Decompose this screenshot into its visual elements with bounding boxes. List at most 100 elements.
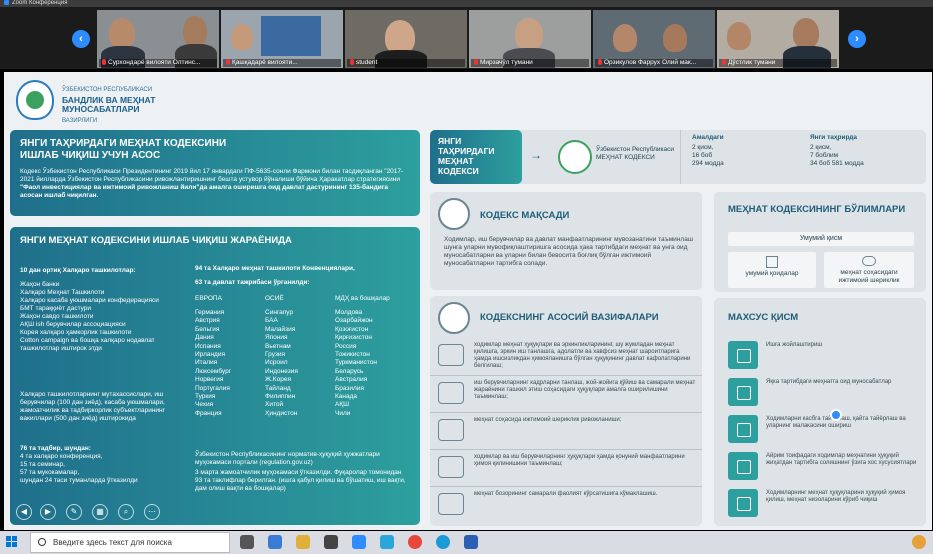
new-heading: Янги таҳрирда [810,134,858,141]
participant-tile[interactable]: Орзикулов Фаррух Олий мак... [593,10,715,68]
task-item: меҳнат соҳасида ижтимоий шериклик ривожл… [430,412,702,449]
special-item: Ишга жойлаштириш [714,338,926,375]
edge-icon[interactable] [436,535,450,549]
participant-tile[interactable]: Сурхондарё вилояти Олтинс... [97,10,219,68]
windows-taskbar: Введите здесь текст для поиска [0,531,933,554]
country-item: БАА [265,317,278,325]
task-item: ходимлар меҳнат ҳуқуқлари ва эркинликлар… [430,338,702,375]
muted-mic-icon [722,59,726,66]
countries-col-cis: Молдова Озарбайжон Қозоғистон Қирғизистон Ро… [335,309,405,418]
code-emblem-icon [558,140,592,174]
task-icon [438,344,464,366]
new-stat: 2 қисм, [810,144,832,151]
taskbar-search-input[interactable]: Введите здесь текст для поиска [30,532,230,553]
current-heading: Амалдаги [692,134,724,141]
task-icon [438,382,464,404]
special-item-icon [728,341,758,369]
chrome-icon[interactable] [408,535,422,549]
zoom-taskbar-icon[interactable] [352,535,366,549]
events-list: 76 та тадбир, шундан: 4 та халқаро конфер… [20,445,190,485]
participant-tile[interactable]: Дўстлик тумани [717,10,839,68]
participant-tile[interactable]: student [345,10,467,68]
app-icon[interactable] [324,535,338,549]
event-item: 76 та тадбир, шундан: [20,445,91,452]
next-participants-button[interactable]: › [848,30,866,48]
special-item-icon [728,452,758,480]
muted-mic-icon [474,59,478,66]
special-title: МАХСУС ҚИСМ [728,312,799,323]
task-item: меҳнат бозорининг самарали фаолият кўрса… [430,486,702,523]
event-item: шундан 24 таси туманларда ўтказилди [20,477,138,484]
slides-grid-button[interactable]: ▦ [92,504,108,520]
country-item: Австралия [335,376,368,384]
org-item: Халқаро касаба уюшмалари конфедерацияси [20,297,159,304]
orgs-block: 10 дан ортиқ Халқаро ташкилотлар: Жаҳон … [20,267,188,353]
social-partnership-label: меҳнат соҳасидаги ижтимоий шериклик [838,269,900,284]
countries-columns: Германия Австрия Бельгия Дания Испания Ирланд… [195,309,413,418]
org-item: Корея халқаро ҳамкорлик ташкилоти [20,329,132,336]
intro-title: ЯНГИ ТАҲРИРДАГИ МЕҲНАТ КОДЕКСИНИ ИШЛАБ Ч… [20,138,227,161]
countries-col-asia: Сингапур БАА Малайзия Япония Вьетнам Грузия Ис… [265,309,335,418]
handshake-icon [862,256,876,266]
intro-card: ЯНГИ ТАҲРИРДАГИ МЕҲНАТ КОДЕКСИНИ ИШЛАБ Ч… [10,130,420,216]
app-icon[interactable] [268,535,282,549]
org-item: Cotton campaign ва бошқа халқаро нодавла… [20,337,155,352]
tasks-card: КОДЕКСНИНГ АСОСИЙ ВАЗИФАЛАРИ ходимлар ме… [430,296,702,526]
experts-text: Халқаро ташкилотларнинг мутахассислари, … [20,391,166,422]
country-item: Чили [335,409,351,417]
participant-tile[interactable]: Қашқадарё вилояти... [221,10,343,68]
gears-icon [438,302,470,334]
prev-participants-button[interactable]: ‹ [72,30,90,48]
target-icon [438,198,470,230]
new-list: 2 қисм, 7 боблим 34 боб 581 модда [810,144,920,168]
task-icon [438,493,464,515]
country-item: Люксембург [195,367,232,375]
special-item-text: Ходимларнинг меҳнат ҳуқуқларини ҳуқуқий … [766,490,906,503]
file-explorer-icon[interactable] [296,535,310,549]
country-item: Россия [335,342,357,350]
portal-text: Ўзбекистон Республикасининг норматив-ҳуқ… [195,451,380,466]
special-item-icon [728,415,758,443]
telegram-icon[interactable] [380,535,394,549]
word-icon[interactable] [464,535,478,549]
new-stat: 34 боб 581 модда [810,160,864,167]
search-icon [38,538,46,546]
windows-start-icon[interactable] [6,536,18,548]
current-list: 2 қисм, 16 боб 294 модда [692,144,802,168]
participant-name: Орзикулов Фаррух Олий мак... [604,59,697,66]
zoom-icon [4,0,9,5]
countries-col-europe: Германия Австрия Бельгия Дания Испания Ирланд… [195,309,265,418]
logo-line3: ВАЗИРЛИГИ [62,118,98,124]
org-item: Жаҳон банки [20,281,60,288]
participant-tile[interactable]: Мирзачўл тумани [469,10,591,68]
slide-next-button[interactable]: ▶ [40,504,56,520]
country-item: Туркманистон [335,359,377,367]
special-item-icon [728,489,758,517]
country-item: Хитой [265,401,284,409]
country-item: Индонезия [265,367,298,375]
pen-tool-button[interactable]: ✎ [66,504,82,520]
current-stat: 2 қисм, [692,144,714,151]
region-europe: ЕВРОПА [195,295,222,302]
current-stats: Амалдаги 2 қисм, 16 боб 294 модда [692,134,802,168]
participant-name: Сурхондарё вилояти Олтинс... [108,59,201,66]
orgs-title: 10 дан ортиқ Халқаро ташкилотлар: [20,267,136,274]
new-stats: Янги таҳрирда 2 қисм, 7 боблим 34 боб 581 … [810,134,920,168]
weather-icon[interactable] [912,535,926,549]
task-text: ходимлар меҳнат ҳуқуқлари ва эркинликлар… [474,342,691,369]
conventions-text: 94 та Халқаро меҳнат ташкилоти Конвенция… [195,265,355,272]
task-item: иш берувчиларнинг кадрларни танлаш, жой-… [430,375,702,412]
more-options-button[interactable]: ⋯ [144,504,160,520]
special-item-text: Ходимларни касбга тайёрлаш, қайта тайёрл… [766,416,906,429]
event-item: 57 та мукокамалар, [20,469,80,476]
country-item: Озарбайжон [335,317,373,325]
country-item: Португалия [195,384,230,392]
slide-prev-button[interactable]: ◀ [16,504,32,520]
current-stat: 294 модда [692,160,724,167]
task-view-icon[interactable] [240,535,254,549]
org-item: БМТ тараққиёт дастури [20,305,92,312]
zoom-button[interactable]: ⌕ [118,504,134,520]
country-item: Сингапур [265,309,294,316]
muted-mic-icon [102,59,106,66]
muted-mic-icon [598,59,602,66]
